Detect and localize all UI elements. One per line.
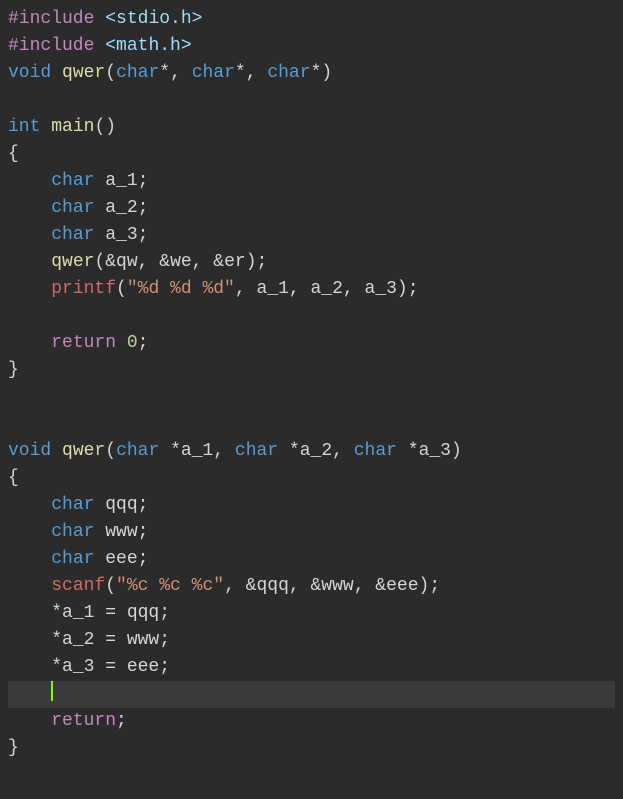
type-keyword: char bbox=[51, 495, 94, 515]
code-line: char a_3; bbox=[8, 225, 148, 245]
identifier: a_3 bbox=[365, 279, 397, 299]
current-line bbox=[8, 681, 615, 708]
identifier: a_1 bbox=[62, 603, 94, 623]
code-line: void qwer(char*, char*, char*) bbox=[8, 63, 332, 83]
include-path: <math.h> bbox=[105, 36, 191, 56]
type-keyword: char bbox=[267, 63, 310, 83]
type-keyword: char bbox=[51, 549, 94, 569]
type-keyword: char bbox=[354, 441, 397, 461]
code-line: printf("%d %d %d", a_1, a_2, a_3); bbox=[8, 279, 419, 299]
type-keyword: char bbox=[116, 441, 159, 461]
return-keyword: return bbox=[51, 333, 116, 353]
function-name: qwer bbox=[62, 63, 105, 83]
code-line: char www; bbox=[8, 522, 148, 542]
code-line: { bbox=[8, 468, 19, 488]
identifier: www bbox=[321, 576, 353, 596]
identifier: we bbox=[170, 252, 192, 272]
identifier: a_3 bbox=[62, 657, 94, 677]
type-keyword: char bbox=[192, 63, 235, 83]
identifier: eee bbox=[127, 657, 159, 677]
code-line: } bbox=[8, 360, 19, 380]
identifier: qqq bbox=[105, 495, 137, 515]
function-name: main bbox=[51, 117, 94, 137]
code-line: char a_1; bbox=[8, 171, 148, 191]
code-line: char qqq; bbox=[8, 495, 148, 515]
function-call: printf bbox=[51, 279, 116, 299]
identifier: a_2 bbox=[105, 198, 137, 218]
preproc-keyword: #include bbox=[8, 9, 94, 29]
return-keyword: return bbox=[51, 711, 116, 731]
identifier: qqq bbox=[256, 576, 288, 596]
type-keyword: char bbox=[51, 198, 94, 218]
code-line: qwer(&qw, &we, &er); bbox=[8, 252, 267, 272]
code-line: int main() bbox=[8, 117, 116, 137]
type-keyword: void bbox=[8, 63, 51, 83]
identifier: www bbox=[105, 522, 137, 542]
identifier: a_1 bbox=[181, 441, 213, 461]
string-literal: "%d %d %d" bbox=[127, 279, 235, 299]
function-name: qwer bbox=[62, 441, 105, 461]
preproc-keyword: #include bbox=[8, 36, 94, 56]
identifier: a_2 bbox=[311, 279, 343, 299]
include-path: <stdio.h> bbox=[105, 9, 202, 29]
code-line: char eee; bbox=[8, 549, 148, 569]
code-line: return; bbox=[8, 711, 127, 731]
type-keyword: char bbox=[51, 171, 94, 191]
identifier: a_2 bbox=[62, 630, 94, 650]
code-line: #include <math.h> bbox=[8, 36, 192, 56]
identifier: a_1 bbox=[256, 279, 288, 299]
code-editor[interactable]: #include <stdio.h> #include <math.h> voi… bbox=[0, 0, 623, 768]
type-keyword: int bbox=[8, 117, 40, 137]
code-line: { bbox=[8, 144, 19, 164]
function-call: qwer bbox=[51, 252, 94, 272]
type-keyword: char bbox=[51, 225, 94, 245]
identifier: qqq bbox=[127, 603, 159, 623]
identifier: er bbox=[224, 252, 246, 272]
type-keyword: char bbox=[51, 522, 94, 542]
string-literal: "%c %c %c" bbox=[116, 576, 224, 596]
code-line: } bbox=[8, 738, 19, 758]
code-line: *a_2 = www; bbox=[8, 630, 170, 650]
code-line: scanf("%c %c %c", &qqq, &www, &eee); bbox=[8, 576, 440, 596]
type-keyword: char bbox=[235, 441, 278, 461]
text-cursor bbox=[51, 681, 53, 701]
identifier: a_3 bbox=[419, 441, 451, 461]
code-line: #include <stdio.h> bbox=[8, 9, 202, 29]
identifier: qw bbox=[116, 252, 138, 272]
identifier: a_1 bbox=[105, 171, 137, 191]
code-line: char a_2; bbox=[8, 198, 148, 218]
code-line: *a_1 = qqq; bbox=[8, 603, 170, 623]
identifier: www bbox=[127, 630, 159, 650]
type-keyword: void bbox=[8, 441, 51, 461]
code-line: return 0; bbox=[8, 333, 148, 353]
identifier: a_3 bbox=[105, 225, 137, 245]
function-call: scanf bbox=[51, 576, 105, 596]
identifier: eee bbox=[386, 576, 418, 596]
code-line: *a_3 = eee; bbox=[8, 657, 170, 677]
code-line: void qwer(char *a_1, char *a_2, char *a_… bbox=[8, 441, 462, 461]
identifier: a_2 bbox=[300, 441, 332, 461]
type-keyword: char bbox=[116, 63, 159, 83]
number-literal: 0 bbox=[127, 333, 138, 353]
identifier: eee bbox=[105, 549, 137, 569]
